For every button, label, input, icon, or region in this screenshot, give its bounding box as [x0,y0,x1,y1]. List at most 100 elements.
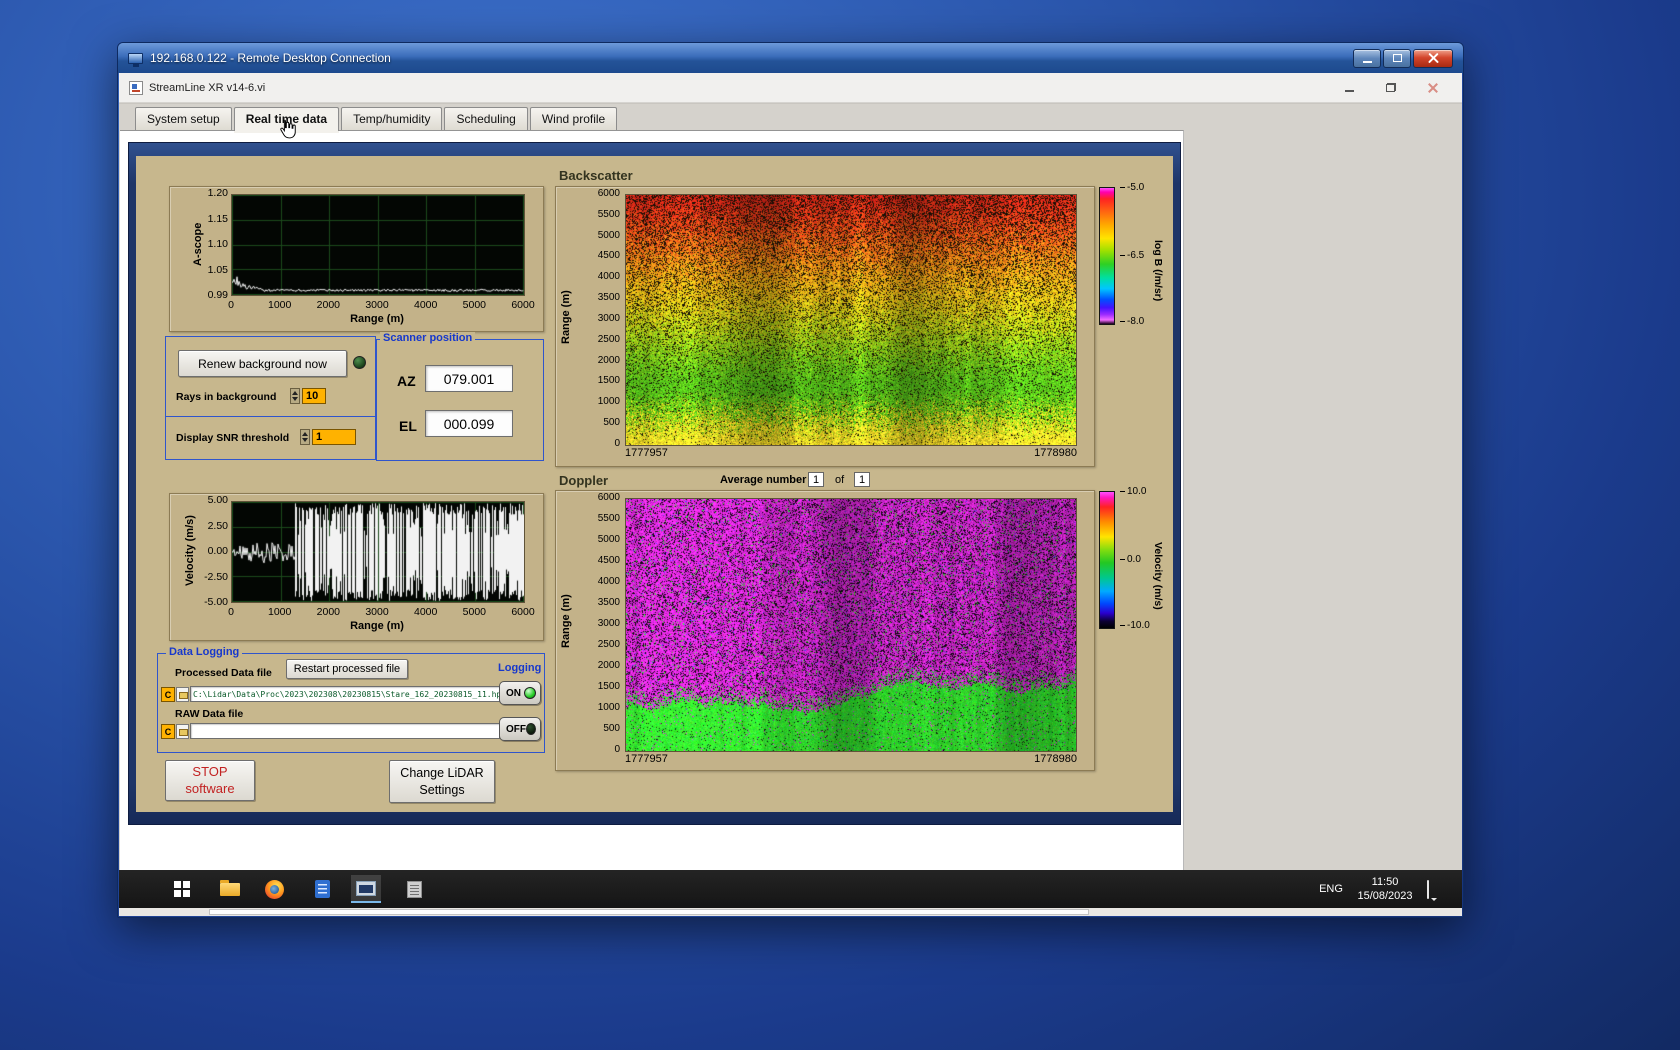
start-button[interactable] [167,875,197,903]
backscatter-time-start: 1777957 [625,447,668,459]
tab-system-setup[interactable]: System setup [135,107,232,130]
raw-browse-icon[interactable] [176,724,189,739]
tick-label: 1000 [268,606,291,618]
colorbar-tick: -10.0 [1120,620,1150,631]
velocity-plot [231,501,525,603]
taskbar-firefox[interactable] [259,875,289,903]
processed-path-field[interactable]: C:\Lidar\Data\Proc\2023\202308\20230815\… [190,686,500,702]
taskbar-streamline-app[interactable] [351,875,381,903]
logging-off-button[interactable]: OFF [499,717,541,741]
divider [166,416,375,417]
scanner-position-title: Scanner position [380,332,475,344]
clock-time: 11:50 [1372,875,1399,889]
background-status-led [353,356,366,369]
taskbar-document-app[interactable] [307,875,337,903]
tick-label: 5500 [598,210,620,220]
tick-label: 1.10 [208,239,228,249]
tick-label: 3000 [365,299,388,311]
backscatter-colorbar-label: log B (/m/sr) [1152,196,1164,346]
tick-label: 500 [603,418,620,428]
colorbar-tick: 0.0 [1120,554,1141,565]
close-icon [1428,53,1439,64]
taskbar-scheduler-app[interactable] [399,875,429,903]
change-lidar-settings-button[interactable]: Change LiDAR Settings [389,760,495,803]
doppler-time-end: 1778980 [917,753,1077,765]
logging-on-button[interactable]: ON [499,681,541,705]
folder-icon [220,883,240,896]
rdp-window: 192.168.0.122 - Remote Desktop Connectio… [117,42,1464,918]
stop-software-button[interactable]: STOP software [165,760,255,801]
app-close-button[interactable] [1420,80,1446,96]
taskbar-clock[interactable]: 11:50 15/08/2023 [1349,870,1421,908]
rdp-close-button[interactable] [1413,49,1453,68]
logging-label: Logging [498,662,541,674]
chat-bubble-icon [1427,880,1429,899]
app-minimize-button[interactable] [1336,80,1362,96]
panel-frame: A-scope 1.20 1.15 1.10 1.05 0.99 0 1000 2000 30… [128,142,1181,825]
colorbar-tick: 10.0 [1120,486,1146,497]
decrement-icon[interactable] [292,397,298,401]
rdp-maximize-button[interactable] [1383,49,1411,68]
az-value-display[interactable]: 079.001 [425,365,513,392]
app-restore-button[interactable] [1378,80,1404,96]
restart-processed-file-button[interactable]: Restart processed file [286,659,408,679]
processed-browse-icon[interactable] [176,687,189,702]
backscatter-yaxis-label: Range (m) [560,257,572,377]
tab-temp-humidity[interactable]: Temp/humidity [341,107,442,130]
rays-value-field[interactable]: 10 [302,388,326,404]
increment-icon[interactable] [292,391,298,395]
snr-value-field[interactable]: 1 [312,429,356,445]
velocity-ytick-labels: 5.00 2.50 0.00 -2.50 -5.00 [184,495,228,607]
ascope-xtick-labels: 0 1000 2000 3000 4000 5000 6000 [231,299,523,311]
processed-drive-selector[interactable]: C [161,687,175,702]
tick-label: 5000 [463,299,486,311]
raw-drive-selector[interactable]: C [161,724,175,739]
language-indicator[interactable]: ENG [1311,870,1351,908]
raw-path-field[interactable] [190,723,500,739]
rays-in-background-label: Rays in background [176,391,276,403]
app-titlebar[interactable]: StreamLine XR v14-6.vi [119,73,1462,103]
tab-scheduling[interactable]: Scheduling [444,107,527,130]
average-of-field[interactable]: 1 [854,472,870,487]
labview-app-icon [129,81,143,95]
scrollbar-thumb[interactable] [209,909,1089,915]
close-icon [1428,83,1438,93]
taskbar-file-explorer[interactable] [215,875,245,903]
el-value-display[interactable]: 000.099 [425,410,513,437]
action-center-button[interactable] [1427,881,1429,899]
remote-computer-icon [128,53,143,64]
front-panel: A-scope 1.20 1.15 1.10 1.05 0.99 0 1000 2000 30… [136,156,1173,812]
maximize-icon [1393,54,1402,62]
tick-label: 2000 [598,661,620,671]
tab-wind-profile[interactable]: Wind profile [530,107,617,130]
tick-label: 3000 [598,314,620,324]
colorbar-tick: -5.0 [1120,182,1144,193]
backscatter-heatmap [625,194,1077,446]
tick-label: 6000 [511,299,534,311]
tick-label: 1000 [598,397,620,407]
windows-logo-icon [174,881,181,888]
firefox-icon [265,880,284,899]
rdp-minimize-button[interactable] [1353,49,1381,68]
data-logging-title: Data Logging [166,646,242,658]
renew-background-button[interactable]: Renew background now [178,350,347,377]
rdp-horizontal-scrollbar[interactable] [119,908,1462,916]
processed-path-text: C:\Lidar\Data\Proc\2023\202308\20230815\… [191,690,500,699]
tick-label: -2.50 [204,572,228,582]
background-controls-group: Renew background now Rays in background … [165,336,376,460]
tick-label: 1500 [598,376,620,386]
tick-label: 1.15 [208,214,228,224]
tick-label: 2000 [317,606,340,618]
restore-icon [1386,83,1396,92]
tick-label: 4000 [598,577,620,587]
snr-spinner[interactable] [300,429,310,445]
increment-icon[interactable] [302,432,308,436]
tick-label: 5000 [598,231,620,241]
ascope-xaxis-label: Range (m) [231,313,523,325]
decrement-icon[interactable] [302,438,308,442]
tick-label: 2500 [598,640,620,650]
rays-spinner[interactable] [290,388,300,404]
scanner-position-group: Scanner position AZ 079.001 EL 000.099 [376,339,544,461]
rdp-titlebar[interactable]: 192.168.0.122 - Remote Desktop Connectio… [118,43,1463,73]
average-number-field[interactable]: 1 [808,472,824,487]
